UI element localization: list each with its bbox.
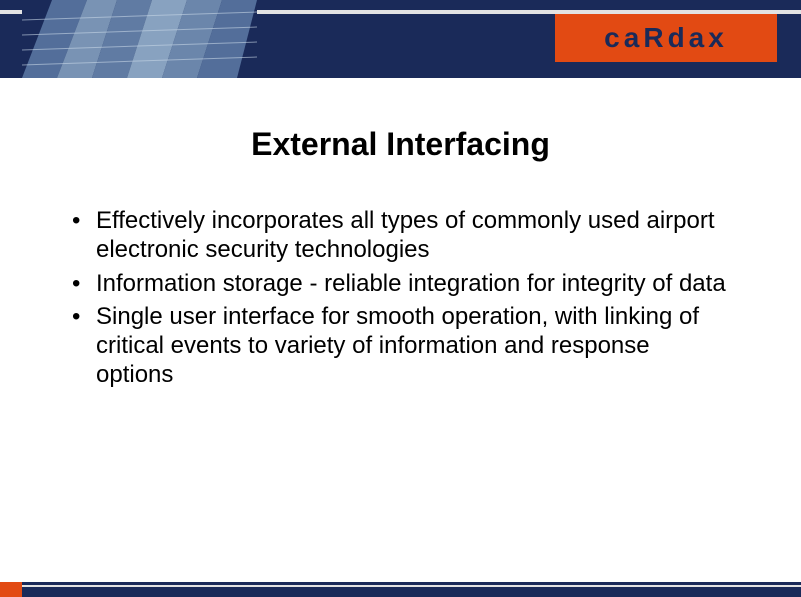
footer-accent-orange bbox=[0, 582, 22, 597]
list-item: Information storage - reliable integrati… bbox=[68, 269, 728, 298]
list-item: Effectively incorporates all types of co… bbox=[68, 206, 728, 265]
bullet-text: Effectively incorporates all types of co… bbox=[96, 207, 715, 263]
bullet-text: Information storage - reliable integrati… bbox=[96, 270, 726, 297]
footer-accent-navy bbox=[22, 582, 801, 597]
list-item: Single user interface for smooth operati… bbox=[68, 302, 728, 390]
bullet-list: Effectively incorporates all types of co… bbox=[68, 206, 728, 394]
brand-logo: cardax bbox=[555, 14, 777, 62]
footer-stripe bbox=[22, 585, 801, 587]
slide-title: External Interfacing bbox=[0, 126, 801, 163]
slide: cardax External Interfacing Effectively … bbox=[0, 0, 801, 597]
header-banner: cardax bbox=[0, 0, 801, 78]
header-art bbox=[22, 0, 257, 78]
bullet-text: Single user interface for smooth operati… bbox=[96, 303, 699, 389]
bullet-ul: Effectively incorporates all types of co… bbox=[68, 206, 728, 390]
brand-logo-text: cardax bbox=[604, 24, 728, 52]
